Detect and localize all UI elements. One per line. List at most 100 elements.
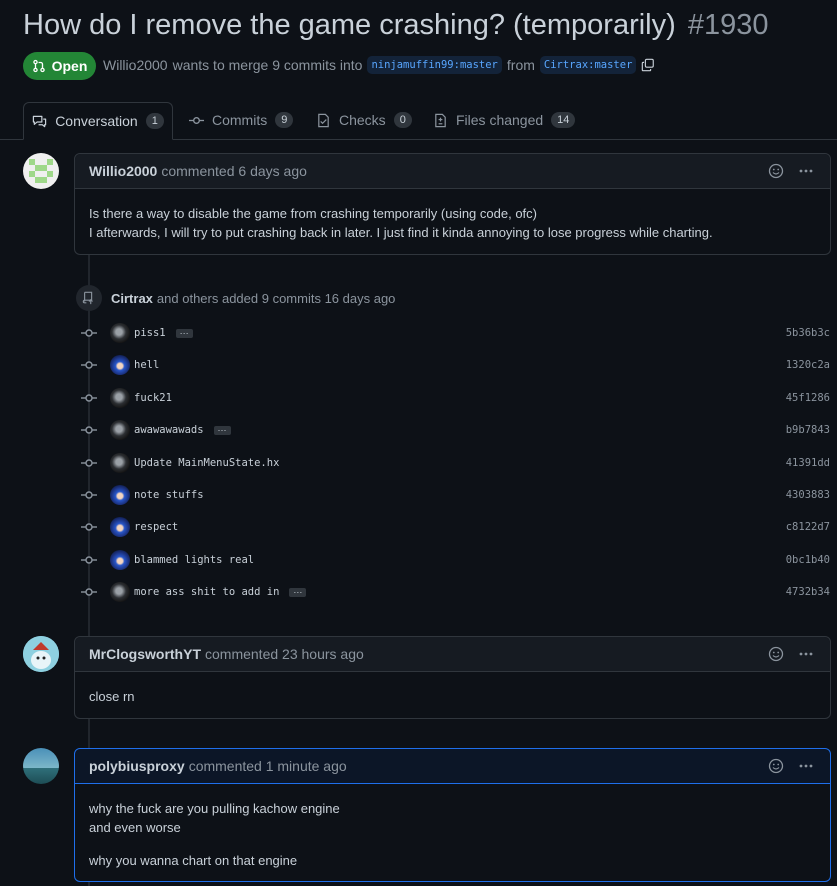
state-badge: Open [23, 52, 96, 80]
pr-tabs: Conversation 1 Commits 9 Checks 0 Files … [0, 102, 837, 140]
comment-timestamp[interactable]: commented 1 minute ago [189, 758, 347, 774]
commit-author-avatar[interactable] [110, 355, 130, 375]
pr-meta: Willio2000 wants to merge 9 commits into… [103, 56, 655, 74]
commit-message[interactable]: hell [134, 359, 159, 371]
identicon-avatar [23, 153, 59, 189]
comment-author[interactable]: polybiusproxy [89, 758, 185, 774]
tab-checks-count: 0 [393, 112, 412, 128]
tab-files-changed[interactable]: Files changed 14 [433, 102, 576, 138]
comment-author[interactable]: MrClogsworthYT [89, 646, 201, 662]
comment-actions [768, 758, 814, 774]
comment-card: MrClogsworthYT commented 23 hours ago cl… [74, 636, 831, 719]
comment-body: close rn [75, 672, 830, 721]
commit-author-avatar[interactable] [110, 453, 130, 473]
tab-conversation[interactable]: Conversation 1 [23, 102, 173, 140]
git-commit-icon [80, 518, 98, 536]
commit-author-avatar[interactable] [110, 582, 130, 602]
commit-row: Update MainMenuState.hx 41391dd [80, 452, 830, 474]
git-pull-request-icon [32, 59, 45, 73]
commit-message[interactable]: Update MainMenuState.hx [134, 457, 279, 469]
commit-message[interactable]: awawawawads [134, 424, 204, 436]
tab-conversation-label: Conversation [55, 113, 138, 129]
comment-text-line: and even worse [89, 820, 181, 835]
kebab-horizontal-icon[interactable] [798, 758, 814, 774]
comment-text-line: close rn [89, 689, 135, 704]
pr-number[interactable]: #1930 [688, 9, 769, 41]
commit-sha[interactable]: 0bc1b40 [786, 554, 830, 566]
file-diff-icon [435, 113, 446, 127]
avatar[interactable] [23, 153, 59, 189]
commit-message[interactable]: blammed lights real [134, 554, 254, 566]
tab-checks[interactable]: Checks 0 [316, 102, 412, 138]
commit-message[interactable]: more ass shit to add in [134, 586, 279, 598]
commit-author-avatar[interactable] [110, 388, 130, 408]
push-author[interactable]: Cirtrax [111, 291, 153, 306]
merge-text: wants to merge 9 commits into [172, 57, 363, 73]
kebab-horizontal-icon[interactable] [798, 646, 814, 662]
comment-actions [768, 646, 814, 662]
copy-icon[interactable] [641, 58, 655, 72]
commit-author-avatar[interactable] [110, 323, 130, 343]
commit-message[interactable]: note stuffs [134, 489, 204, 501]
tab-commits[interactable]: Commits 9 [189, 102, 294, 138]
comment-header: Willio2000 commented 6 days ago [75, 154, 830, 189]
avatar[interactable] [23, 748, 59, 784]
tab-files-changed-count: 14 [551, 112, 576, 128]
smiley-icon[interactable] [768, 163, 784, 179]
pr-title-text: How do I remove the game crashing? (temp… [23, 9, 676, 41]
head-branch[interactable]: Cirtrax:master [539, 56, 637, 74]
commit-sha[interactable]: 45f1286 [786, 392, 830, 404]
comment-text-line: Is there a way to disable the game from … [89, 206, 537, 221]
character-avatar [23, 636, 59, 672]
commit-sha[interactable]: 41391dd [786, 457, 830, 469]
avatar[interactable] [23, 636, 59, 672]
git-commit-icon [80, 356, 98, 374]
comment-body: why the fuck are you pulling kachow engi… [75, 784, 830, 885]
commit-sha[interactable]: 4303883 [786, 489, 830, 501]
comment-text-line: why the fuck are you pulling kachow engi… [89, 801, 340, 816]
commit-sha[interactable]: c8122d7 [786, 521, 830, 533]
expand-commit-message-button[interactable]: ··· [175, 328, 193, 338]
smiley-icon[interactable] [768, 646, 784, 662]
commit-row: hell 1320c2a [80, 354, 830, 376]
commit-sha[interactable]: 4732b34 [786, 586, 830, 598]
comment-discussion-icon [32, 115, 47, 127]
commit-row: awawawawads ··· b9b7843 [80, 419, 830, 441]
comment-timestamp[interactable]: commented 6 days ago [161, 163, 307, 179]
commit-author-avatar[interactable] [110, 420, 130, 440]
comment-text-line: why you wanna chart on that engine [89, 853, 298, 868]
tab-commits-label: Commits [212, 112, 268, 128]
repo-push-icon [76, 285, 102, 311]
push-text: and others added 9 commits 16 days ago [156, 290, 396, 306]
pr-author-link[interactable]: Willio2000 [103, 57, 168, 73]
commit-message[interactable]: respect [134, 521, 178, 533]
expand-commit-message-button[interactable]: ··· [289, 587, 307, 597]
checklist-icon [318, 113, 329, 127]
comment-header: MrClogsworthYT commented 23 hours ago [75, 637, 830, 672]
tab-checks-label: Checks [339, 112, 386, 128]
git-commit-icon [80, 389, 98, 407]
commit-message[interactable]: piss1 [134, 327, 166, 339]
commit-row: blammed lights real 0bc1b40 [80, 549, 830, 571]
commit-sha[interactable]: 1320c2a [786, 359, 830, 371]
tab-commits-count: 9 [275, 112, 294, 128]
git-commit-icon [189, 116, 204, 124]
git-commit-icon [80, 551, 98, 569]
commit-author-avatar[interactable] [110, 485, 130, 505]
pr-title: How do I remove the game crashing? (temp… [23, 9, 769, 42]
commit-sha[interactable]: b9b7843 [786, 424, 830, 436]
comment-timestamp[interactable]: commented 23 hours ago [205, 646, 364, 662]
smiley-icon[interactable] [768, 758, 784, 774]
state-label: Open [51, 58, 88, 74]
commit-author-avatar[interactable] [110, 517, 130, 537]
commit-sha[interactable]: 5b36b3c [786, 327, 830, 339]
comment-author[interactable]: Willio2000 [89, 163, 157, 179]
commit-message[interactable]: fuck21 [134, 392, 172, 404]
kebab-horizontal-icon[interactable] [798, 163, 814, 179]
base-branch[interactable]: ninjamuffin99:master [367, 56, 502, 74]
git-commit-icon [80, 486, 98, 504]
git-commit-icon [80, 324, 98, 342]
commit-row: note stuffs 4303883 [80, 484, 830, 506]
expand-commit-message-button[interactable]: ··· [213, 425, 231, 435]
commit-author-avatar[interactable] [110, 550, 130, 570]
